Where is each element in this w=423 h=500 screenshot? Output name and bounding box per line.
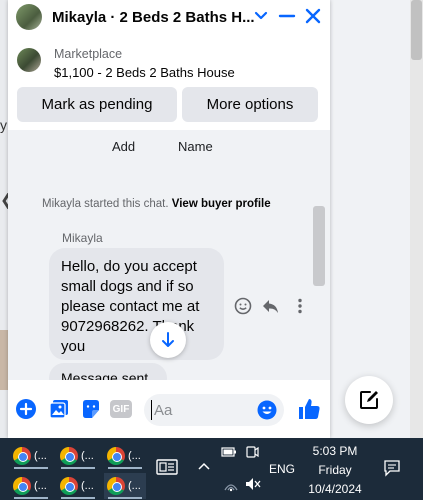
taskbar-chrome-window-3[interactable]: (...: [104, 443, 146, 469]
gif-icon[interactable]: GIF: [110, 400, 132, 418]
plus-circle-icon[interactable]: [15, 398, 37, 420]
gif-label: GIF: [112, 403, 130, 415]
taskbar-app-label: (...: [128, 480, 141, 492]
taskbar-app-label: (...: [81, 450, 94, 462]
chevron-down-icon[interactable]: [251, 5, 271, 27]
taskbar-app-label: (...: [34, 480, 47, 492]
avatar[interactable]: [16, 4, 42, 30]
taskbar-running-indicator: [14, 467, 48, 469]
compose-icon: [360, 391, 378, 409]
chrome-icon: [13, 477, 31, 495]
notifications-icon[interactable]: [383, 459, 401, 477]
message-composer: GIF Aa: [8, 390, 330, 430]
input-language-indicator[interactable]: ENG: [266, 462, 298, 476]
taskbar-app-label: (...: [128, 450, 141, 462]
chrome-icon: [13, 447, 31, 465]
name-label: Name: [178, 139, 213, 154]
taskbar-running-indicator: [61, 467, 95, 469]
more-actions-icon[interactable]: [290, 296, 310, 316]
thread-scrollbar-thumb[interactable]: [313, 206, 325, 286]
reply-icon[interactable]: [260, 296, 280, 316]
background-left-image: [0, 330, 8, 390]
meet-now-icon[interactable]: [244, 444, 260, 460]
message-line: you: [61, 338, 86, 355]
windows-taskbar: (... (... (... (... (... (... ENG 5:03 P…: [0, 438, 423, 500]
close-icon[interactable]: [302, 5, 324, 27]
clock-date[interactable]: 10/4/2024: [304, 482, 366, 496]
chrome-icon: [107, 477, 125, 495]
volume-muted-icon[interactable]: [244, 476, 262, 492]
view-buyer-profile-link[interactable]: View buyer profile: [172, 198, 271, 210]
text-cursor: [151, 400, 152, 420]
taskbar-app-label: (...: [34, 450, 47, 462]
message-line: please contact me at: [61, 298, 200, 315]
message-thread[interactable]: Add Name Mikayla started this chat. View…: [8, 130, 330, 380]
marketplace-listing[interactable]: Marketplace $1,100 - 2 Beds 2 Baths Hous…: [8, 40, 330, 82]
wifi-icon[interactable]: [222, 476, 240, 492]
react-emoji-icon[interactable]: [233, 296, 253, 316]
taskbar-chrome-window-2[interactable]: (...: [57, 443, 99, 469]
taskbar-running-indicator: [14, 497, 48, 499]
chrome-icon: [60, 447, 78, 465]
chrome-icon: [107, 447, 125, 465]
message-line: Hello, do you accept: [61, 258, 197, 275]
more-options-button[interactable]: More options: [182, 87, 318, 122]
taskbar-chrome-window-6[interactable]: (...: [104, 473, 146, 499]
scroll-to-bottom-button[interactable]: [150, 322, 186, 358]
page-scrollbar-thumb[interactable]: [411, 0, 422, 60]
clock-day[interactable]: Friday: [304, 463, 366, 477]
taskbar-chrome-window-4[interactable]: (...: [10, 473, 52, 499]
chat-title[interactable]: Mikayla · 2 Beds 2 Baths H...: [52, 9, 272, 26]
emoji-icon[interactable]: [256, 399, 278, 421]
task-view-icon[interactable]: [155, 458, 179, 476]
show-hidden-icons-chevron-icon[interactable]: [197, 460, 211, 472]
taskbar-running-indicator: [108, 497, 142, 499]
message-bubble-partial[interactable]: Message sent: [49, 363, 167, 380]
taskbar-chrome-window-5[interactable]: (...: [57, 473, 99, 499]
message-input-placeholder: Aa: [154, 402, 173, 419]
chat-started-notice: Mikayla started this chat. View buyer pr…: [42, 198, 271, 210]
clock-time[interactable]: 5:03 PM: [304, 444, 366, 458]
message-input[interactable]: Aa: [144, 394, 284, 426]
background-text-fragment: y: [0, 117, 7, 133]
message-sender: Mikayla: [62, 231, 103, 245]
arrow-down-icon: [162, 332, 174, 347]
sticker-icon[interactable]: [80, 398, 102, 420]
add-label: Add: [112, 139, 136, 154]
mark-as-pending-button[interactable]: Mark as pending: [17, 87, 177, 122]
taskbar-chrome-window-1[interactable]: (...: [10, 443, 52, 469]
message-line: 9072968262. Thank: [61, 318, 195, 335]
listing-title[interactable]: $1,100 - 2 Beds 2 Baths House: [54, 65, 235, 80]
chrome-icon: [60, 477, 78, 495]
listing-thumbnail[interactable]: [17, 48, 41, 72]
message-bubble[interactable]: Hello, do you accept small dogs and if s…: [49, 248, 224, 360]
photo-icon[interactable]: [48, 398, 70, 420]
thumbs-up-icon[interactable]: [296, 396, 322, 422]
listing-label: Marketplace: [54, 47, 123, 61]
taskbar-running-indicator: [108, 467, 142, 469]
chat-started-text: Mikayla started this chat.: [42, 198, 169, 210]
minimize-icon[interactable]: [276, 5, 298, 27]
new-message-button[interactable]: [345, 376, 393, 424]
message-line: small dogs and if so: [61, 278, 194, 295]
taskbar-app-label: (...: [81, 480, 94, 492]
taskbar-running-indicator: [61, 497, 95, 499]
chat-header[interactable]: Mikayla · 2 Beds 2 Baths H...: [8, 0, 330, 34]
battery-icon[interactable]: [220, 445, 238, 459]
chat-window: Mikayla · 2 Beds 2 Baths H... Marketplac…: [8, 0, 330, 438]
page-scrollbar[interactable]: [410, 0, 423, 438]
